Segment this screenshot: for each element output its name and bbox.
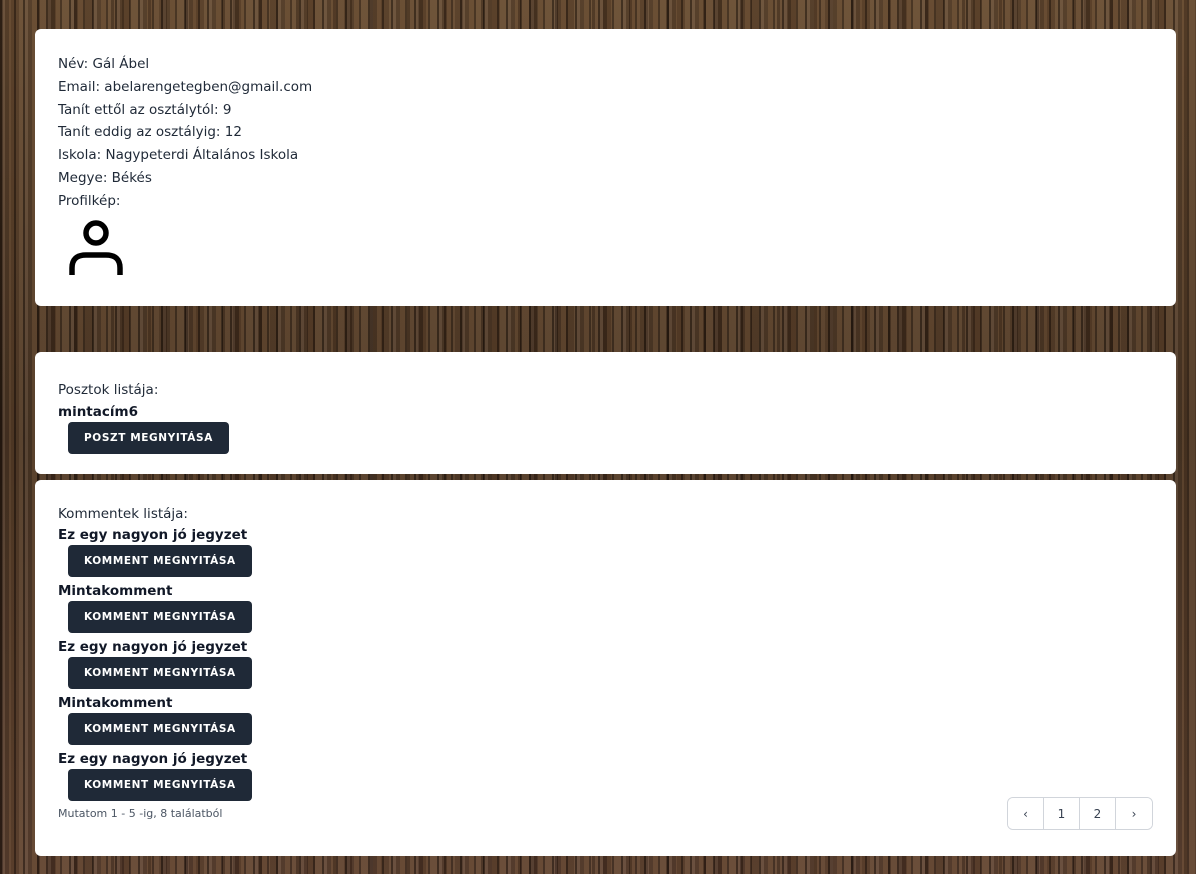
pagination-page-2[interactable]: 2 (1080, 798, 1116, 829)
profile-card: Név: Gál Ábel Email: abelarengetegben@gm… (35, 29, 1176, 306)
open-comment-button[interactable]: KOMMENT MEGNYITÁSA (68, 544, 252, 577)
comment-title: Mintakomment (58, 582, 173, 599)
list-item: Mintakomment KOMMENT MEGNYITÁSA (58, 694, 1153, 748)
open-comment-button[interactable]: KOMMENT MEGNYITÁSA (68, 712, 252, 745)
list-item: Ez egy nagyon jó jegyzet KOMMENT MEGNYIT… (58, 750, 1153, 804)
comments-card: Kommentek listája: Ez egy nagyon jó jegy… (35, 480, 1176, 856)
pagination-prev-button[interactable]: ‹ (1008, 798, 1044, 829)
profile-name: Név: Gál Ábel (58, 56, 150, 72)
comments-list-label: Kommentek listája: (58, 506, 188, 522)
open-comment-button[interactable]: KOMMENT MEGNYITÁSA (68, 600, 252, 633)
comment-title: Ez egy nagyon jó jegyzet (58, 750, 248, 767)
posts-list-label: Posztok listája: (58, 382, 159, 398)
list-item: Ez egy nagyon jó jegyzet KOMMENT MEGNYIT… (58, 526, 1153, 580)
list-item: Mintakomment KOMMENT MEGNYITÁSA (58, 582, 1153, 636)
comment-title: Mintakomment (58, 694, 173, 711)
open-comment-button[interactable]: KOMMENT MEGNYITÁSA (68, 768, 252, 801)
profile-email: Email: abelarengetegben@gmail.com (58, 78, 313, 95)
profile-grade-from: Tanít ettől az osztálytól: 9 (58, 101, 232, 118)
list-item: mintacím6 POSZT MEGNYITÁSA (58, 403, 1153, 454)
list-item: Ez egy nagyon jó jegyzet KOMMENT MEGNYIT… (58, 638, 1153, 692)
results-summary: Mutatom 1 - 5 -ig, 8 találatból (58, 807, 223, 820)
open-post-button[interactable]: POSZT MEGNYITÁSA (68, 421, 229, 454)
profile-county: Megye: Békés (58, 169, 152, 186)
pagination-page-1[interactable]: 1 (1044, 798, 1080, 829)
post-title: mintacím6 (58, 403, 138, 420)
profile-school: Iskola: Nagypeterdi Általános Iskola (58, 147, 299, 164)
open-comment-button[interactable]: KOMMENT MEGNYITÁSA (68, 656, 252, 689)
pagination-next-button[interactable]: › (1116, 798, 1152, 829)
user-icon (69, 219, 123, 275)
avatar (66, 215, 126, 279)
pagination: ‹ 1 2 › (1007, 797, 1153, 830)
posts-card: Posztok listája: mintacím6 POSZT MEGNYIT… (35, 352, 1176, 474)
profile-picture-label: Profilkép: (58, 192, 121, 209)
comment-title: Ez egy nagyon jó jegyzet (58, 526, 248, 543)
comment-title: Ez egy nagyon jó jegyzet (58, 638, 248, 655)
profile-grade-to: Tanít eddig az osztályig: 12 (58, 124, 242, 141)
